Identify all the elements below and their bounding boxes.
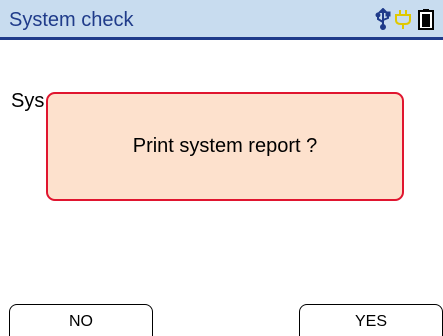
- page-title: System check: [9, 9, 134, 31]
- no-button-label: NO: [69, 312, 93, 330]
- usb-icon: [375, 8, 391, 30]
- no-button[interactable]: NO: [9, 304, 153, 336]
- confirm-dialog: Print system report ?: [46, 92, 404, 201]
- dialog-message: Print system report ?: [132, 135, 318, 157]
- screen: System check Sys Print system report ? N…: [0, 0, 443, 336]
- yes-button-label: YES: [354, 312, 387, 330]
- title-bar: System check: [0, 0, 443, 40]
- background-label: Sys: [11, 90, 45, 112]
- plug-icon: [395, 10, 411, 29]
- battery-icon: [418, 9, 434, 30]
- yes-button[interactable]: YES: [299, 304, 443, 336]
- status-icons: [375, 8, 437, 30]
